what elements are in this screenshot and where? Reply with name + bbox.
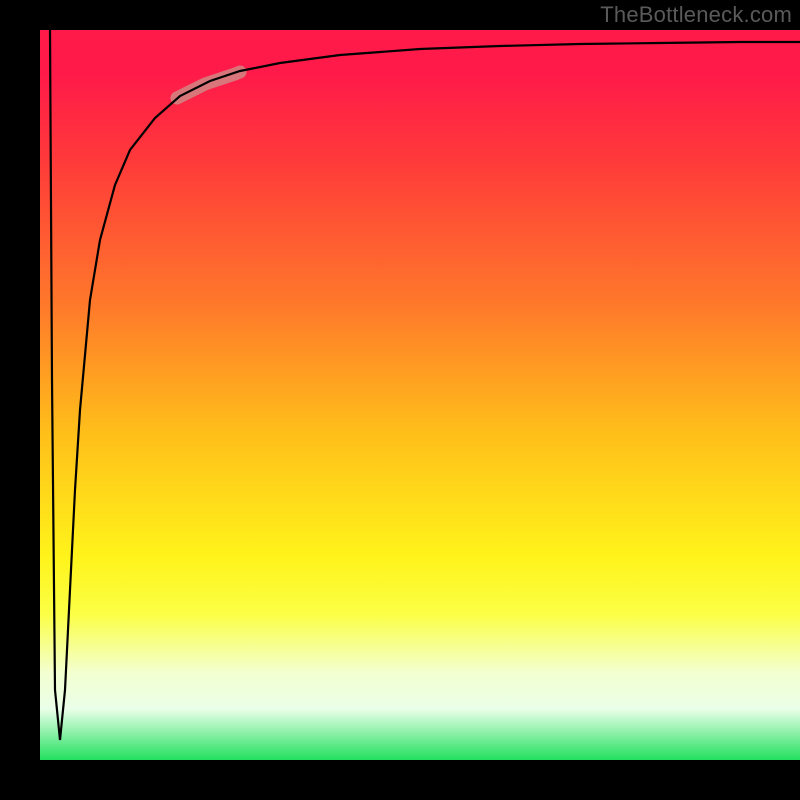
chart-frame: TheBottleneck.com	[0, 0, 800, 800]
curve-layer	[40, 30, 800, 760]
bottleneck-curve	[50, 30, 800, 740]
watermark-text: TheBottleneck.com	[600, 2, 792, 28]
plot-area	[40, 30, 800, 760]
highlight-segment	[177, 72, 240, 98]
